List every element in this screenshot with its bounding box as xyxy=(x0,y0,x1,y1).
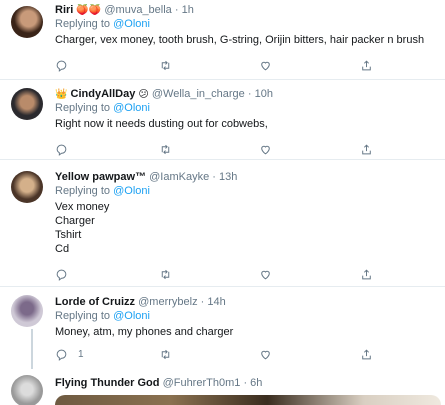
reply-button[interactable]: 1 xyxy=(55,347,84,361)
avatar[interactable] xyxy=(11,6,43,38)
replying-to: Replying to @Oloni xyxy=(55,18,150,30)
tweet-header: Riri 🍑🍑 @muva_bella · 1h xyxy=(55,3,437,17)
like-button[interactable] xyxy=(259,142,272,156)
name-emoji: 😕 xyxy=(138,89,149,100)
share-button[interactable] xyxy=(360,58,373,72)
like-button[interactable] xyxy=(259,267,272,281)
user-handle[interactable]: @Wella_in_charge xyxy=(152,88,245,100)
retweet-icon xyxy=(161,269,170,279)
share-icon xyxy=(362,59,371,70)
tweet-header: Lorde of Cruizz @merrybelz · 14h xyxy=(55,295,437,309)
avatar[interactable] xyxy=(11,171,43,203)
avatar[interactable] xyxy=(11,295,43,327)
user-handle[interactable]: @muva_bella xyxy=(104,4,171,16)
display-name[interactable]: Flying Thunder God xyxy=(55,377,160,389)
share-button[interactable] xyxy=(360,142,373,156)
timestamp[interactable]: 1h xyxy=(182,4,194,16)
reply-icon xyxy=(56,349,67,361)
mention-link[interactable]: @Oloni xyxy=(113,102,150,114)
mention-link[interactable]: @Oloni xyxy=(113,185,150,197)
heart-icon xyxy=(261,145,270,154)
tweet-header: Yellow pawpaw™ @IamKayke · 13h xyxy=(55,170,437,184)
display-name[interactable]: Yellow pawpaw™ xyxy=(55,171,146,183)
reply-count: 1 xyxy=(78,348,84,360)
tweet-media-image[interactable] xyxy=(55,395,441,405)
avatar[interactable] xyxy=(11,88,43,120)
mention-link[interactable]: @Oloni xyxy=(113,18,150,30)
avatar[interactable] xyxy=(11,375,43,405)
tweet-flying-thunder-god[interactable]: Flying Thunder God @FuhrerTh0m1 · 6h xyxy=(0,369,445,405)
retweet-button[interactable] xyxy=(159,142,172,156)
retweet-icon xyxy=(161,349,170,359)
timestamp[interactable]: 10h xyxy=(255,88,273,100)
share-button[interactable] xyxy=(360,347,373,361)
mention-link[interactable]: @Oloni xyxy=(113,310,150,322)
user-handle[interactable]: @merrybelz xyxy=(138,296,197,308)
reply-icon xyxy=(56,269,67,281)
share-icon xyxy=(362,143,371,154)
replying-to: Replying to @Oloni xyxy=(55,102,150,114)
tweet-text: Vex money Charger Tshirt Cd xyxy=(55,201,110,255)
separator-dot: · xyxy=(247,88,252,100)
display-name[interactable]: Lorde of Cruizz xyxy=(55,296,135,308)
tweet-header: 👑 CindyAllDay 😕 @Wella_in_charge · 10h xyxy=(55,87,437,101)
heart-icon xyxy=(261,270,270,279)
separator-dot: · xyxy=(212,171,216,183)
user-handle[interactable]: @IamKayke xyxy=(149,171,209,183)
retweet-button[interactable] xyxy=(159,347,172,361)
share-icon xyxy=(362,348,371,359)
tweet-riri[interactable]: Riri 🍑🍑 @muva_bella · 1h Replying to @Ol… xyxy=(0,0,445,80)
tweet-text: Right now it needs dusting out for cobwe… xyxy=(55,118,268,130)
heart-icon xyxy=(261,350,270,359)
display-name[interactable]: Riri xyxy=(55,4,73,16)
like-button[interactable] xyxy=(259,58,272,72)
tweet-actions xyxy=(55,58,395,72)
tweet-actions xyxy=(55,267,395,281)
heart-icon xyxy=(261,61,270,70)
retweet-icon xyxy=(161,60,170,70)
separator-dot: · xyxy=(174,4,179,16)
like-button[interactable] xyxy=(259,347,272,361)
replying-to: Replying to @Oloni xyxy=(55,310,150,322)
tweet-cindyallday[interactable]: 👑 CindyAllDay 😕 @Wella_in_charge · 10h R… xyxy=(0,80,445,160)
retweet-button[interactable] xyxy=(159,58,172,72)
crown-emoji: 👑 xyxy=(55,89,68,100)
tweet-text: Charger, vex money, tooth brush, G-strin… xyxy=(55,34,425,46)
tweet-actions: 1 xyxy=(55,347,395,361)
timestamp[interactable]: 6h xyxy=(250,377,262,389)
replying-to: Replying to @Oloni xyxy=(55,185,150,197)
name-emoji: 🍑🍑 xyxy=(76,5,102,16)
tweet-actions xyxy=(55,142,395,156)
separator-dot: · xyxy=(200,296,205,308)
reply-button[interactable] xyxy=(55,142,78,156)
tweet-text: Money, atm, my phones and charger xyxy=(55,326,234,338)
timestamp[interactable]: 14h xyxy=(207,296,225,308)
display-name[interactable]: CindyAllDay xyxy=(71,88,136,100)
tweet-yellow-pawpaw[interactable]: Yellow pawpaw™ @IamKayke · 13h Replying … xyxy=(0,160,445,287)
tweet-header: Flying Thunder God @FuhrerTh0m1 · 6h xyxy=(55,376,437,390)
reply-icon xyxy=(56,60,67,72)
tweet-lorde-of-cruizz[interactable]: Lorde of Cruizz @merrybelz · 14h Replyin… xyxy=(0,287,445,369)
user-handle[interactable]: @FuhrerTh0m1 xyxy=(163,377,241,389)
thread-line xyxy=(31,329,33,369)
share-button[interactable] xyxy=(360,267,373,281)
reply-button[interactable] xyxy=(55,267,78,281)
retweet-icon xyxy=(161,144,170,154)
share-icon xyxy=(362,268,371,279)
reply-icon xyxy=(56,144,67,156)
reply-button[interactable] xyxy=(55,58,78,72)
separator-dot: · xyxy=(243,377,248,389)
retweet-button[interactable] xyxy=(159,267,172,281)
timestamp[interactable]: 13h xyxy=(219,171,237,183)
